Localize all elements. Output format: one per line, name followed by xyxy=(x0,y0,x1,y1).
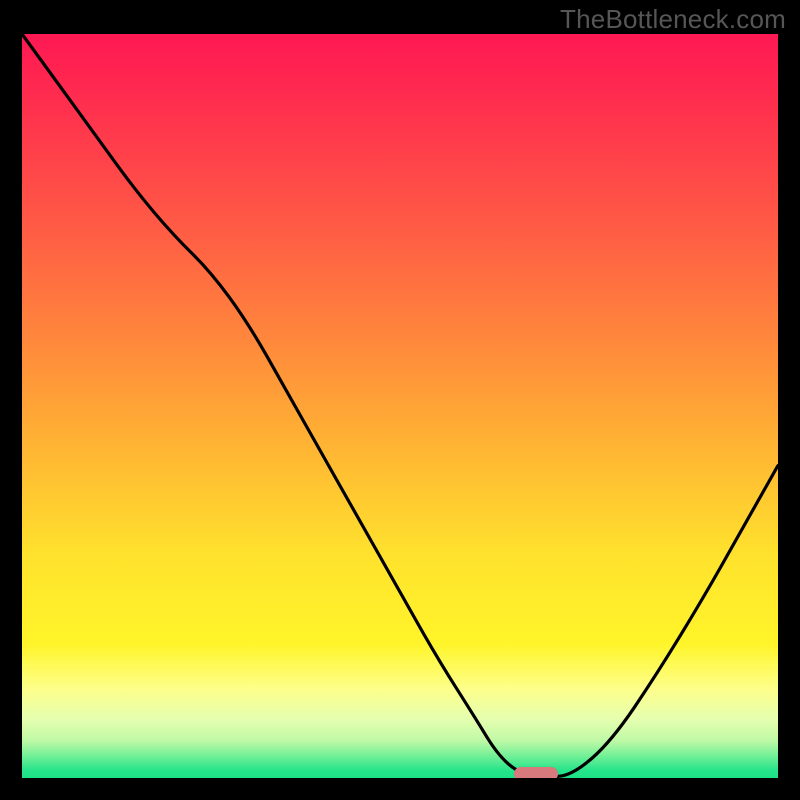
bottleneck-curve-path xyxy=(22,34,778,777)
optimal-marker xyxy=(514,767,558,778)
watermark-text: TheBottleneck.com xyxy=(560,4,786,35)
chart-frame: TheBottleneck.com xyxy=(0,0,800,800)
plot-area xyxy=(22,34,778,778)
bottleneck-curve xyxy=(22,34,778,778)
